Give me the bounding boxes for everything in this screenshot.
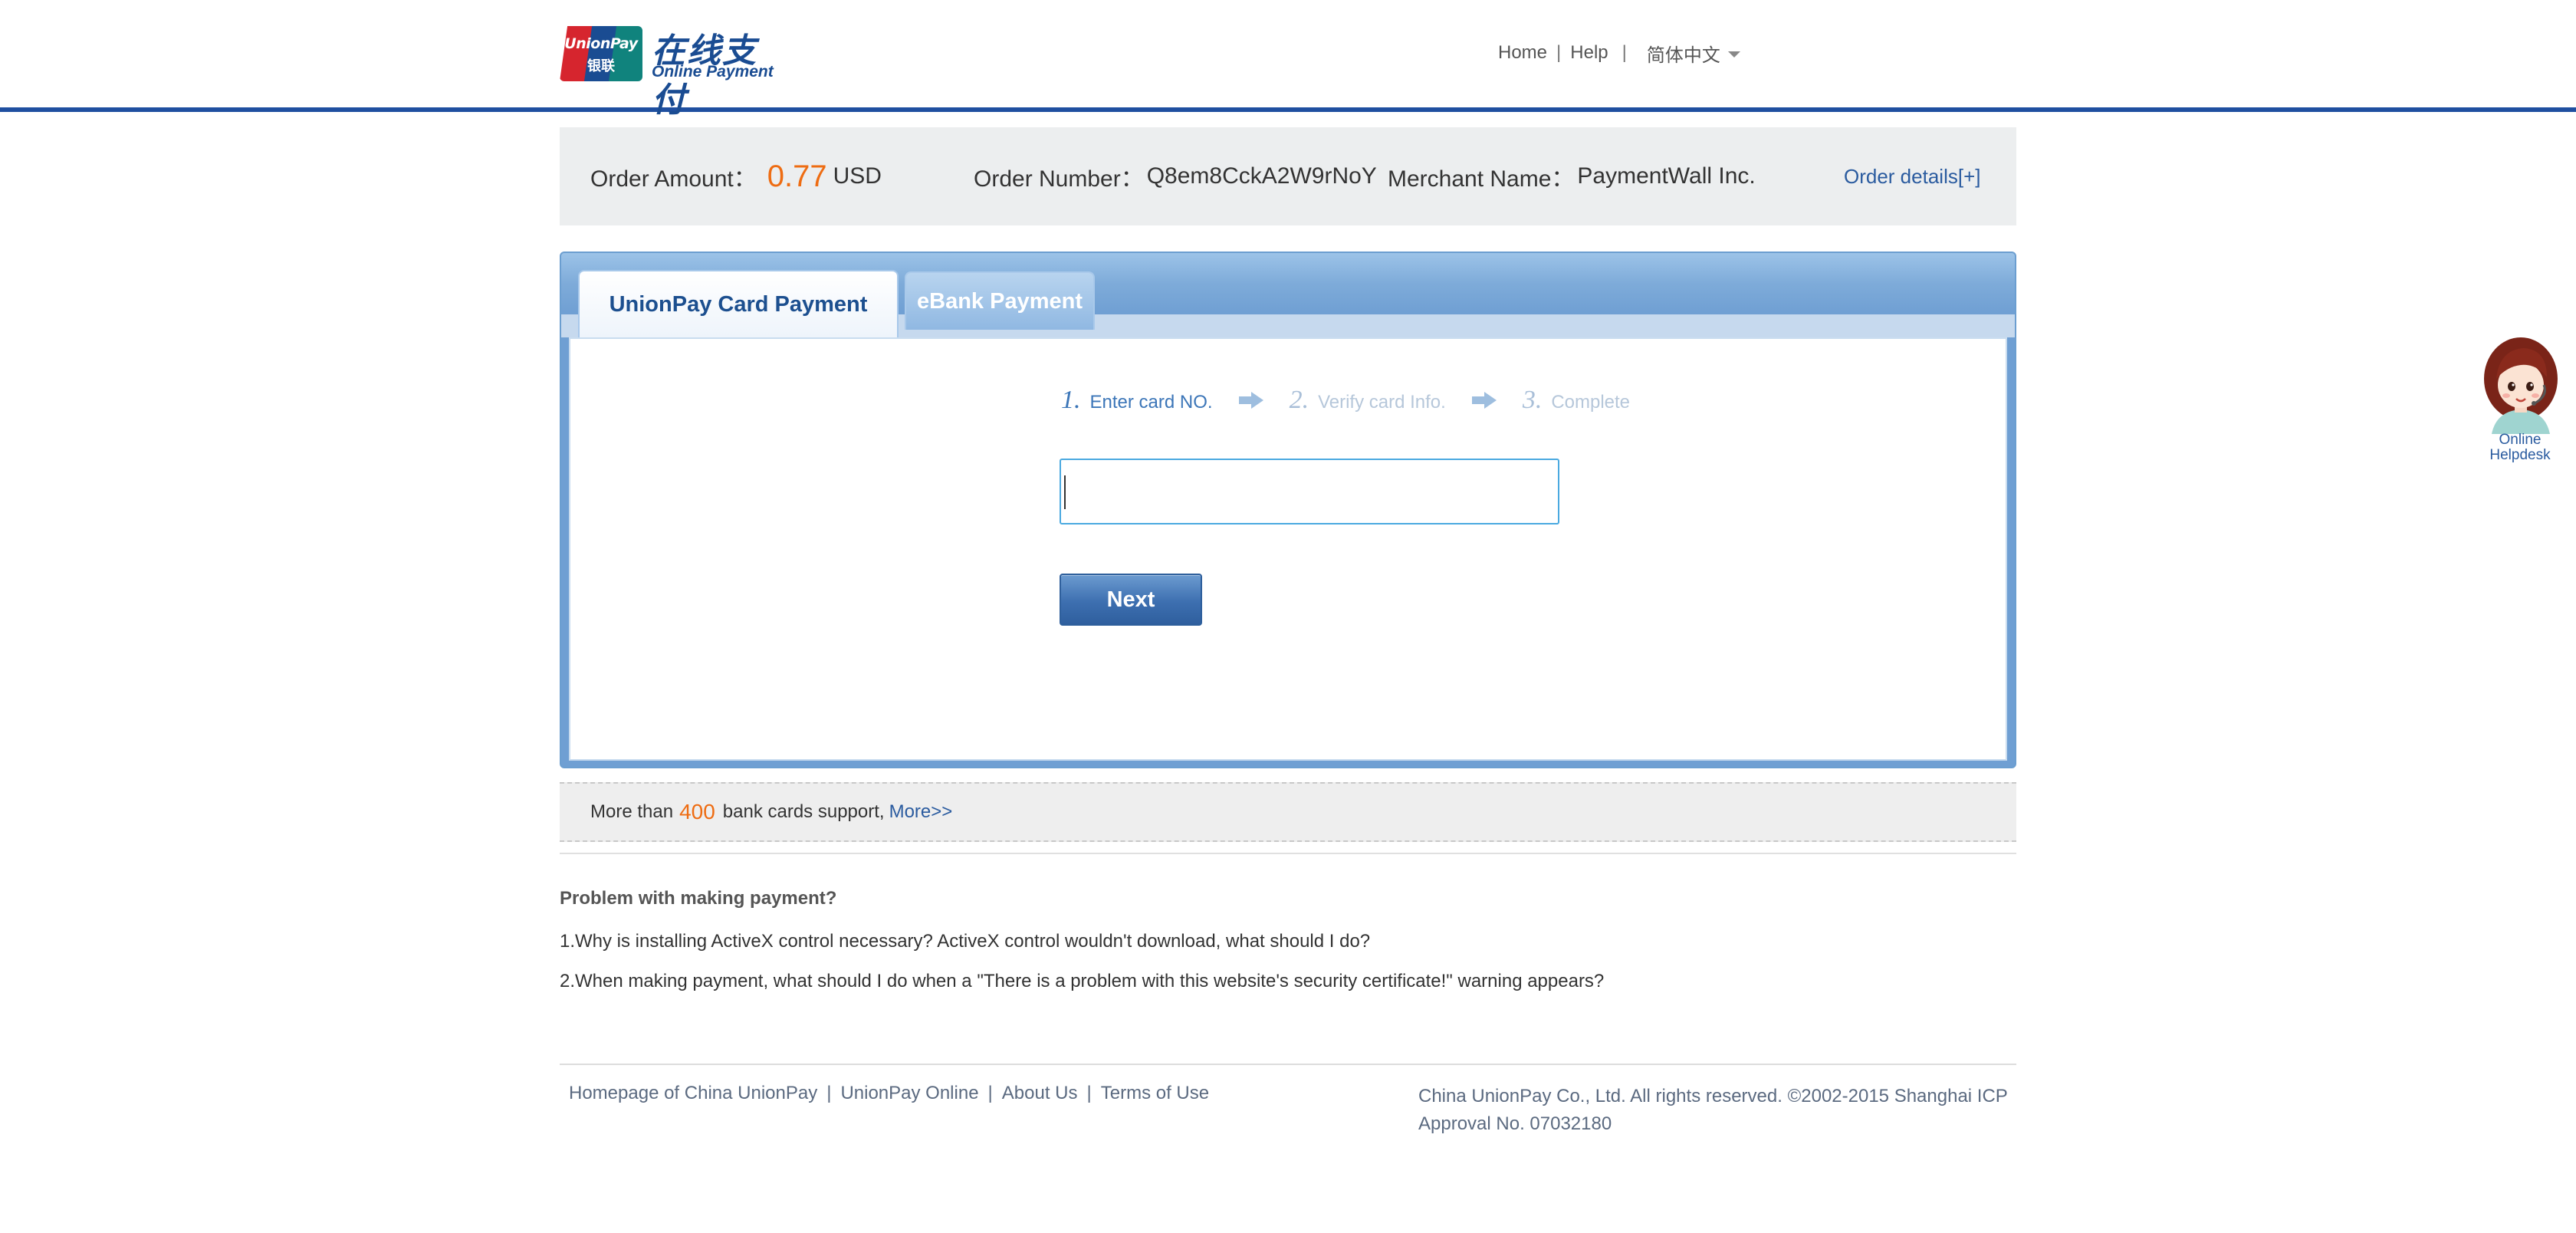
step-2-label: Verify card Info.: [1318, 392, 1446, 413]
online-helpdesk-widget[interactable]: Online Helpdesk: [2475, 334, 2565, 472]
top-nav: Home | Help | 简体中文: [1498, 40, 1740, 66]
order-number-label: Order Number：: [974, 166, 1144, 192]
order-details-link[interactable]: Order details[+]: [1844, 165, 1980, 189]
step-2-number: 2.: [1289, 386, 1309, 414]
order-currency: USD: [833, 163, 882, 189]
step-1: 1. Enter card NO.: [1061, 386, 1213, 415]
order-number-value: Q8em8CckA2W9rNoY: [1146, 163, 1377, 189]
step-3: 3. Complete: [1523, 386, 1630, 415]
faq-title: Problem with making payment?: [560, 888, 837, 909]
helpdesk-avatar-icon: [2484, 337, 2558, 434]
helpdesk-label-line2: Helpdesk: [2489, 447, 2551, 463]
footer-divider: [560, 1064, 2016, 1065]
order-amount-value: 0.77: [767, 159, 827, 193]
helpdesk-label-line1: Online: [2499, 432, 2542, 448]
footer-link-terms-of-use[interactable]: Terms of Use: [1101, 1083, 1209, 1104]
banks-count: 400: [679, 800, 715, 824]
step-3-number: 3.: [1522, 386, 1543, 414]
tab-ebank-payment[interactable]: eBank Payment: [905, 271, 1095, 330]
footer-link-about-us[interactable]: About Us: [1002, 1083, 1078, 1104]
unionpay-logo[interactable]: UnionPay 银联 在线支付 Online Payment: [560, 26, 782, 120]
arrow-right-icon: [1238, 392, 1263, 409]
payment-panel: UnionPay Card Payment eBank Payment 1. En…: [560, 252, 2016, 768]
tab-unionpay-card-payment[interactable]: UnionPay Card Payment: [578, 270, 899, 337]
unionpay-card-icon: UnionPay 银联: [560, 26, 642, 81]
footer-separator: |: [987, 1083, 993, 1103]
card-number-input[interactable]: [1060, 459, 1559, 524]
helpdesk-label: Online Helpdesk: [2475, 432, 2565, 463]
card-payment-form: 1. Enter card NO. 2. Verify card Info. 3. C…: [569, 337, 2007, 761]
merchant-name: Merchant Name： PaymentWall Inc.: [1388, 127, 1756, 225]
footer-links: Homepage of China UnionPay | UnionPay On…: [569, 1083, 1209, 1104]
step-2: 2. Verify card Info.: [1290, 386, 1446, 415]
order-amount: Order Amount： 0.77 USD: [590, 127, 882, 225]
divider: [560, 853, 2016, 854]
logo-card-text: UnionPay: [564, 35, 638, 52]
order-amount-label: Order Amount：: [590, 166, 757, 192]
merchant-name-label: Merchant Name：: [1388, 166, 1575, 192]
step-3-label: Complete: [1551, 392, 1631, 413]
footer-link-china-unionpay[interactable]: Homepage of China UnionPay: [569, 1083, 817, 1104]
nav-home-link[interactable]: Home: [1498, 42, 1547, 64]
language-label: 简体中文: [1646, 44, 1720, 66]
step-1-label: Enter card NO.: [1089, 392, 1213, 413]
step-1-number: 1.: [1061, 386, 1081, 414]
nav-help-link[interactable]: Help: [1570, 42, 1608, 64]
merchant-name-value: PaymentWall Inc.: [1577, 163, 1756, 189]
order-summary-bar: Order Amount： 0.77 USD Order Number： Q8e…: [560, 127, 2016, 225]
footer-link-unionpay-online[interactable]: UnionPay Online: [840, 1083, 978, 1104]
footer-separator: |: [826, 1083, 832, 1103]
language-selector[interactable]: 简体中文: [1647, 40, 1740, 67]
faq-item[interactable]: 1.Why is installing ActiveX control nece…: [560, 931, 1370, 952]
progress-steps: 1. Enter card NO. 2. Verify card Info. 3. C…: [1061, 385, 1630, 416]
more-banks-link[interactable]: More>>: [889, 801, 953, 823]
logo-card-cn: 银联: [587, 58, 615, 74]
arrow-right-icon: [1471, 392, 1497, 409]
nav-separator: |: [1556, 42, 1562, 63]
logo-title-en: Online Payment: [652, 63, 774, 81]
next-button[interactable]: Next: [1060, 574, 1202, 626]
banks-suffix: bank cards support,: [722, 801, 885, 822]
supported-banks-bar: More than 400 bank cards support, More>>: [560, 782, 2016, 842]
footer-separator: |: [1086, 1083, 1092, 1103]
copyright-text: China UnionPay Co., Ltd. All rights rese…: [1418, 1086, 2008, 1134]
order-number: Order Number： Q8em8CckA2W9rNoY: [974, 127, 1377, 225]
text-cursor: [1064, 475, 1066, 509]
banks-prefix: More than: [590, 801, 674, 822]
chevron-down-icon: [1727, 51, 1740, 58]
site-header: UnionPay 银联 在线支付 Online Payment Home | H…: [0, 0, 2576, 120]
faq-item[interactable]: 2.When making payment, what should I do …: [560, 971, 1604, 992]
nav-separator: |: [1622, 42, 1627, 63]
